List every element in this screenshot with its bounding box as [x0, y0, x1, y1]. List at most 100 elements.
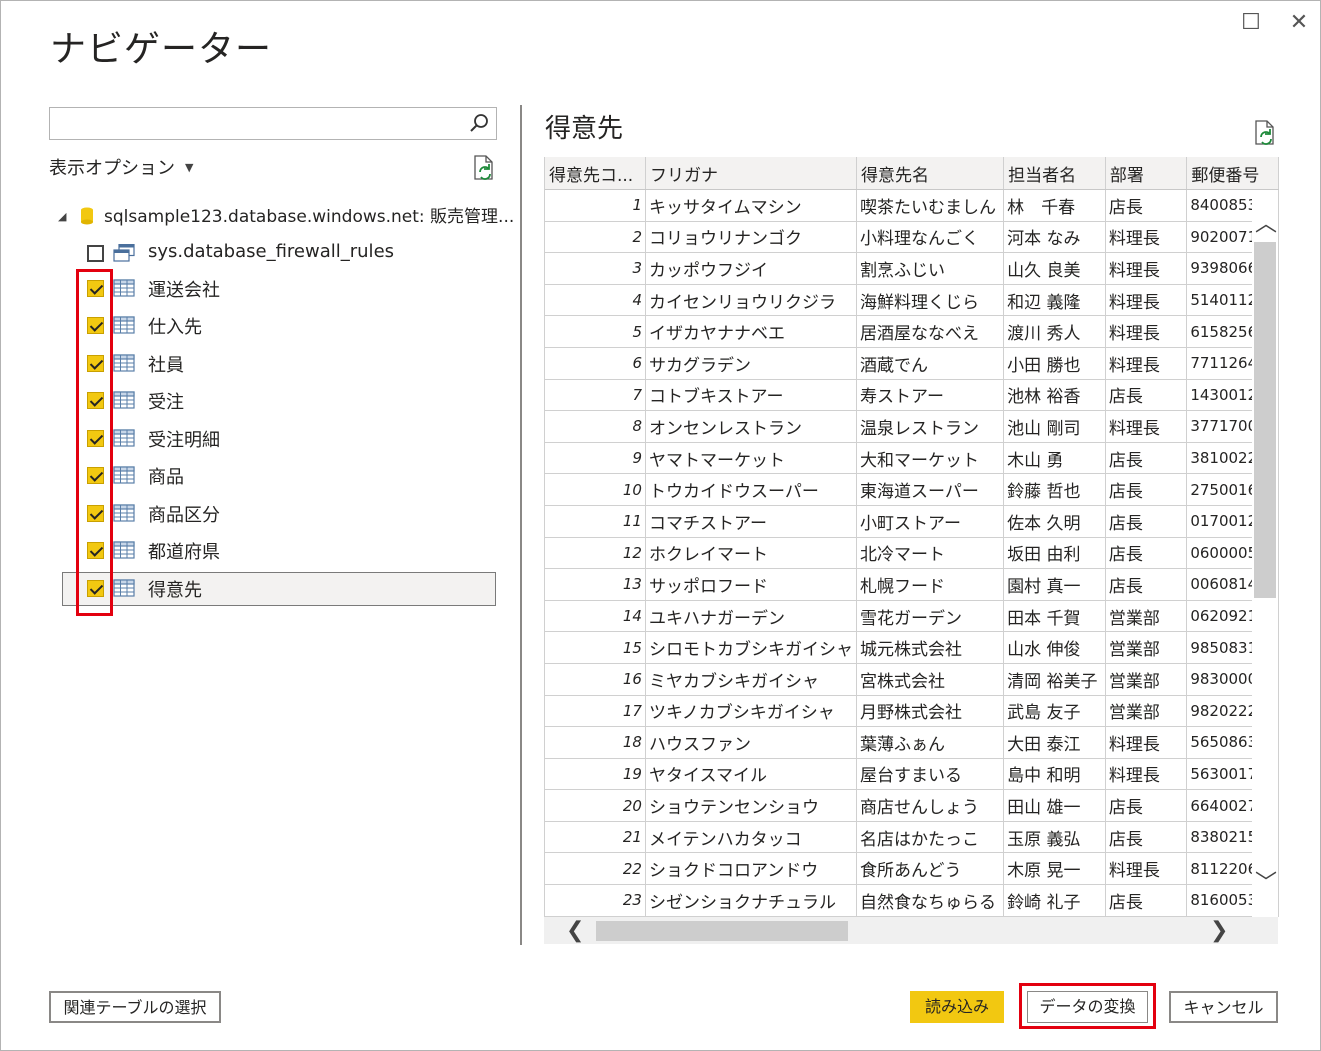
select-related-tables-button[interactable]: 関連テーブルの選択	[49, 991, 221, 1023]
caret-down-icon: ▼	[185, 161, 194, 174]
display-options-label: 表示オプション	[49, 158, 175, 179]
tree-item-label: 社員	[148, 355, 184, 376]
table-cell: 17	[545, 695, 646, 728]
table-cell: 屋台すまいる	[856, 758, 1005, 791]
table-row: 18 ハウスファン 葉薄ふぁん 大田 泰江 料理長 5650863	[545, 726, 1279, 759]
scroll-up-icon[interactable]: ︿	[1255, 214, 1277, 236]
table-cell: 店長	[1105, 189, 1188, 222]
table-cell: 大和マーケット	[856, 442, 1005, 475]
table-row: 12 ホクレイマート 北冷マート 坂田 由利 店長 0600005	[545, 537, 1279, 570]
refresh-preview-icon[interactable]	[1253, 120, 1277, 146]
table-cell: 喫茶たいむましん	[856, 189, 1005, 222]
table-cell: 園村 真一	[1003, 568, 1106, 601]
table-cell: 店長	[1105, 568, 1188, 601]
table-cell: 料理長	[1105, 284, 1188, 317]
table-cell: シロモトカブシキガイシャ	[645, 631, 857, 664]
table-cell: 16	[545, 663, 646, 696]
table-cell: 11	[545, 505, 646, 538]
column-header[interactable]: 得意先名	[856, 157, 1005, 190]
table-icon	[113, 504, 135, 522]
table-cell: ホクレイマート	[645, 537, 857, 570]
preview-grid[interactable]: 得意先コ... フリガナ 得意先名 担当者名 部署 郵便番号 1 キッサタイムマシン 喫茶たい…	[544, 157, 1279, 917]
table-icon	[113, 391, 135, 409]
table-icon	[113, 354, 135, 372]
load-button[interactable]: 読み込み	[910, 991, 1004, 1023]
table-cell: 田山 雄一	[1003, 789, 1106, 822]
table-cell: 店長	[1105, 789, 1188, 822]
table-icon	[113, 466, 135, 484]
cancel-button[interactable]: キャンセル	[1169, 991, 1278, 1023]
display-options-dropdown[interactable]: 表示オプション ▼	[49, 154, 193, 180]
table-cell: 木原 晃一	[1003, 852, 1106, 886]
preview-title: 得意先	[545, 114, 624, 144]
table-cell: 小料理なんごく	[856, 221, 1005, 254]
table-cell: 店長	[1105, 379, 1188, 412]
scroll-left-icon[interactable]: ❮	[566, 920, 584, 942]
item-checkbox[interactable]	[87, 245, 104, 262]
tree-item-label: 受注	[148, 392, 184, 413]
column-header[interactable]: 得意先コ...	[545, 157, 646, 190]
column-header[interactable]: 部署	[1105, 157, 1188, 190]
table-cell: 料理長	[1105, 221, 1188, 254]
table-cell: コリョウリナンゴク	[645, 221, 857, 254]
column-header[interactable]: フリガナ	[645, 157, 857, 190]
vertical-scroll-thumb[interactable]	[1254, 242, 1276, 598]
table-cell: 鈴崎 礼子	[1003, 884, 1106, 917]
table-icon	[113, 579, 135, 597]
table-cell: メイテンハカタッコ	[645, 821, 857, 854]
table-cell: 温泉レストラン	[856, 410, 1005, 443]
table-cell: オンセンレストラン	[645, 410, 857, 443]
table-cell: 店長	[1105, 442, 1188, 475]
table-cell: 店長	[1105, 537, 1188, 570]
pane-divider[interactable]	[520, 105, 522, 945]
table-cell: 2	[545, 221, 646, 254]
table-cell: 12	[545, 537, 646, 570]
table-cell: 21	[545, 821, 646, 854]
table-row: 19 ヤタイスマイル 屋台すまいる 島中 和明 料理長 5630017	[545, 758, 1279, 791]
maximize-button[interactable]: ☐	[1236, 8, 1266, 38]
table-row: 8 オンセンレストラン 温泉レストラン 池山 剛司 料理長 3771700	[545, 410, 1279, 443]
column-header[interactable]: 担当者名	[1003, 157, 1106, 190]
search-input[interactable]	[49, 107, 497, 140]
table-icon	[113, 279, 135, 297]
table-cell: 3	[545, 252, 646, 285]
view-icon	[113, 244, 135, 262]
table-cell: 小町ストアー	[856, 505, 1005, 538]
search-icon[interactable]	[468, 112, 490, 134]
table-row: 2 コリョウリナンゴク 小料理なんごく 河本 なみ 料理長 9020071	[545, 221, 1279, 254]
collapse-arrow-icon[interactable]: ◢	[58, 210, 72, 223]
table-cell: 1	[545, 189, 646, 222]
tree-item-label: 仕入先	[148, 317, 202, 338]
close-button[interactable]: ✕	[1284, 8, 1314, 38]
table-cell: 営業部	[1105, 600, 1188, 633]
table-cell: 22	[545, 852, 646, 886]
table-cell: 料理長	[1105, 347, 1188, 380]
table-row: 15 シロモトカブシキガイシャ 城元株式会社 山水 伸俊 営業部 9850831	[545, 631, 1279, 664]
table-cell: 料理長	[1105, 315, 1188, 348]
scroll-down-icon[interactable]: ﹀	[1255, 873, 1277, 895]
table-icon	[113, 429, 135, 447]
column-header[interactable]: 郵便番号	[1186, 157, 1279, 190]
table-cell: 東海道スーパー	[856, 473, 1005, 506]
tree-item-label: 受注明細	[148, 430, 220, 451]
scroll-right-icon[interactable]: ❯	[1210, 920, 1228, 942]
table-cell: ハウスファン	[645, 726, 857, 759]
tree-root-database[interactable]: ◢ sqlsample123.database.windows.net: 販売管…	[58, 202, 514, 227]
tree-item-label: sys.database_firewall_rules	[148, 241, 395, 262]
table-cell: 佐本 久明	[1003, 505, 1106, 538]
horizontal-scroll-thumb[interactable]	[596, 921, 848, 941]
table-cell: ツキノカブシキガイシャ	[645, 695, 857, 728]
tree-root-label: sqlsample123.database.windows.net: 販売管理.…	[104, 207, 515, 227]
refresh-icon[interactable]	[472, 155, 496, 181]
table-cell: 田本 千賀	[1003, 600, 1106, 633]
table-cell: ヤマトマーケット	[645, 442, 857, 475]
table-row: 14 ユキハナガーデン 雪花ガーデン 田本 千賀 営業部 0620921	[545, 600, 1279, 633]
table-cell: 料理長	[1105, 726, 1188, 759]
table-cell: 玉原 義弘	[1003, 821, 1106, 854]
table-cell: コトブキストアー	[645, 379, 857, 412]
table-cell: 海鮮料理くじら	[856, 284, 1005, 317]
table-cell: 葉薄ふぁん	[856, 726, 1005, 759]
table-cell: 北冷マート	[856, 537, 1005, 570]
table-cell: 15	[545, 631, 646, 664]
table-cell: 大田 泰江	[1003, 726, 1106, 759]
